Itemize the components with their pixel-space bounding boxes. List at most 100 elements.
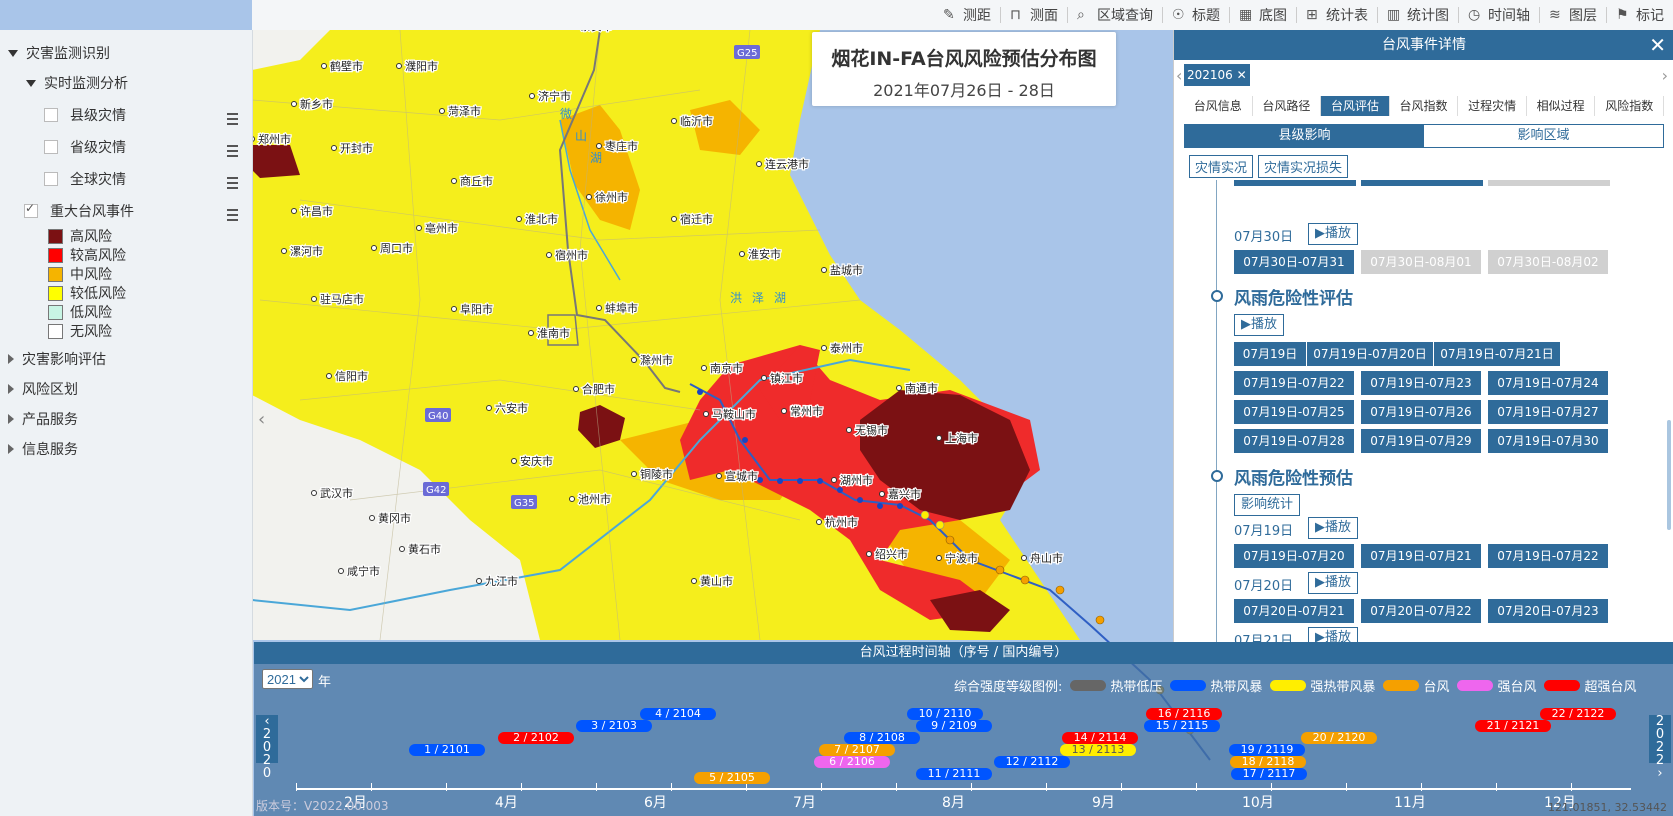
date-range-button[interactable]: 07月19日-07月23日 bbox=[1361, 371, 1481, 414]
tree-realtime-analysis[interactable]: 实时监测分析 bbox=[26, 68, 128, 98]
subtab-county-impact[interactable]: 县级影响 bbox=[1185, 125, 1424, 147]
toolbar-ruler-button[interactable]: ✎ 测距 bbox=[934, 0, 1000, 30]
tab-4[interactable]: 台风指数 bbox=[1390, 96, 1459, 116]
close-icon[interactable]: ✕ bbox=[1649, 30, 1666, 60]
toolbar-area-measure-button[interactable]: ⊓ 测面 bbox=[1001, 0, 1067, 30]
date-range-button[interactable]: 07月20日-07月22日 bbox=[1361, 599, 1481, 642]
city-marker[interactable]: 马鞍山市 bbox=[703, 406, 757, 422]
toolbar-search-button[interactable]: ⌕ 区域查询 bbox=[1068, 0, 1162, 30]
subtab-impact-area[interactable]: 影响区域 bbox=[1424, 125, 1663, 147]
date-range-button[interactable]: 07月20日-07月21日 bbox=[1234, 599, 1354, 642]
typhoon-bar[interactable]: 17 / 2117 bbox=[1231, 768, 1307, 780]
toolbar-map-button[interactable]: ▦ 底图 bbox=[1230, 0, 1296, 30]
date-range-button[interactable]: 07月30日-08月01日 bbox=[1361, 250, 1481, 293]
toolbar-clock-button[interactable]: ◷ 时间轴 bbox=[1459, 0, 1539, 30]
chevron-right-icon[interactable]: › bbox=[1662, 66, 1668, 85]
typhoon-bar[interactable]: 5 / 2105 bbox=[694, 772, 770, 784]
layer-menu-icon[interactable] bbox=[227, 177, 241, 189]
typhoon-bar[interactable]: 19 / 2119 bbox=[1229, 744, 1305, 756]
date-range-button-clipped[interactable] bbox=[1234, 180, 1356, 186]
layer-menu-icon[interactable] bbox=[227, 113, 241, 125]
layer-menu-icon[interactable] bbox=[227, 145, 241, 157]
checkbox[interactable] bbox=[44, 140, 58, 154]
play-button[interactable]: ▶播放 bbox=[1308, 517, 1358, 539]
date-range-button[interactable]: 07月19日-07月29日 bbox=[1361, 429, 1481, 472]
typhoon-bar[interactable]: 4 / 2104 bbox=[640, 708, 716, 720]
play-button[interactable]: ▶播放 bbox=[1234, 314, 1284, 336]
year-select[interactable]: 2021 bbox=[262, 669, 313, 689]
impact-stat-button[interactable]: 影响统计 bbox=[1234, 494, 1301, 516]
date-range-button[interactable]: 07月20日-07月23日 bbox=[1488, 599, 1608, 642]
checkbox[interactable] bbox=[44, 172, 58, 186]
tab-2[interactable]: 台风路径 bbox=[1253, 96, 1322, 116]
toolbar-chart-button[interactable]: ▥ 统计图 bbox=[1378, 0, 1458, 30]
panel-scroll-area[interactable]: 07月30日 ▶播放 07月30日-07月31日 07月30日-08月01日 07月30… bbox=[1174, 180, 1673, 642]
typhoon-bar[interactable]: 16 / 2116 bbox=[1146, 708, 1222, 720]
tab-1[interactable]: 台风信息 bbox=[1184, 96, 1253, 116]
checkbox-checked[interactable] bbox=[24, 201, 38, 218]
date-range-button[interactable]: 07月19日-07月30日 bbox=[1488, 429, 1608, 472]
tab-5[interactable]: 过程灾情 bbox=[1458, 96, 1527, 116]
tree-section[interactable]: 风险区划 bbox=[8, 374, 78, 404]
date-range-button-clipped[interactable] bbox=[1361, 180, 1483, 186]
layer-county-disaster[interactable]: 县级灾情 bbox=[44, 100, 126, 130]
typhoon-bar[interactable]: 15 / 2115 bbox=[1144, 720, 1220, 732]
toolbar-layers-button[interactable]: ≋ 图层 bbox=[1540, 0, 1606, 30]
prev-year-button[interactable]: ‹ 2 0 2 0 bbox=[256, 715, 278, 780]
toolbar-flag-button[interactable]: ⚑ 标记 bbox=[1607, 0, 1673, 30]
next-year-button[interactable]: 2 0 2 2 › bbox=[1649, 715, 1671, 780]
layer-global-disaster[interactable]: 全球灾情 bbox=[44, 164, 126, 194]
checkbox[interactable] bbox=[44, 108, 58, 122]
toolbar-badge-button[interactable]: ☉ 标题 bbox=[1163, 0, 1229, 30]
tab-6[interactable]: 相似过程 bbox=[1527, 96, 1596, 116]
typhoon-bar[interactable]: 6 / 2106 bbox=[814, 756, 890, 768]
typhoon-bar[interactable]: 14 / 2114 bbox=[1062, 732, 1138, 744]
toolbar-table-button[interactable]: ⊞ 统计表 bbox=[1297, 0, 1377, 30]
typhoon-bar[interactable]: 2 / 2102 bbox=[498, 732, 574, 744]
disaster-loss-button[interactable]: 灾情实况损失 bbox=[1258, 155, 1349, 178]
tree-section[interactable]: 灾害影响评估 bbox=[8, 344, 106, 374]
date-range-button[interactable]: 07月19日-07月20日 bbox=[1307, 342, 1433, 366]
close-icon[interactable]: ✕ bbox=[1237, 68, 1247, 82]
typhoon-bar[interactable]: 10 / 2110 bbox=[907, 708, 983, 720]
typhoon-bar[interactable]: 21 / 2121 bbox=[1475, 720, 1551, 732]
typhoon-bar[interactable]: 7 / 2107 bbox=[819, 744, 895, 756]
typhoon-bar[interactable]: 18 / 2118 bbox=[1230, 756, 1306, 768]
typhoon-bar[interactable]: 12 / 2112 bbox=[994, 756, 1070, 768]
typhoon-bar[interactable]: 11 / 2111 bbox=[916, 768, 992, 780]
date-range-button[interactable]: 07月19日-07月22日 bbox=[1234, 371, 1354, 414]
typhoon-bar[interactable]: 22 / 2122 bbox=[1540, 708, 1616, 720]
tab-3[interactable]: 台风评估 bbox=[1321, 96, 1390, 116]
typhoon-bar[interactable]: 3 / 2103 bbox=[576, 720, 652, 732]
date-range-button-clipped[interactable] bbox=[1488, 180, 1610, 186]
chevron-left-icon[interactable]: ‹ bbox=[1176, 66, 1182, 85]
typhoon-bar[interactable]: 13 / 2113 bbox=[1060, 744, 1136, 756]
layer-menu-icon[interactable] bbox=[227, 209, 241, 221]
date-range-button[interactable]: 07月19日-07月22日 bbox=[1488, 544, 1608, 587]
typhoon-bar[interactable]: 8 / 2108 bbox=[844, 732, 920, 744]
city-marker[interactable]: 驻马店市 bbox=[311, 291, 365, 307]
play-button[interactable]: ▶播放 bbox=[1308, 223, 1358, 245]
layer-province-disaster[interactable]: 省级灾情 bbox=[44, 132, 126, 162]
city-marker[interactable]: 连云港市 bbox=[756, 156, 810, 172]
tree-section[interactable]: 产品服务 bbox=[8, 404, 78, 434]
date-range-button[interactable]: 07月30日-08月02日 bbox=[1488, 250, 1608, 293]
tab-7[interactable]: 风险指数 bbox=[1595, 96, 1665, 116]
date-range-button[interactable]: 07月30日-07月31日 bbox=[1234, 250, 1354, 293]
date-range-button[interactable]: 07月19日-07月25日 bbox=[1234, 400, 1354, 443]
layer-major-typhoon[interactable]: 重大台风事件 bbox=[24, 196, 134, 226]
date-range-button[interactable]: 07月19日-07月21日 bbox=[1361, 544, 1481, 587]
date-range-button[interactable]: 07月19日-07月26日 bbox=[1361, 400, 1481, 443]
date-range-button[interactable]: 07月19日-07月27日 bbox=[1488, 400, 1608, 443]
disaster-actual-button[interactable]: 灾情实况 bbox=[1189, 155, 1254, 178]
date-range-button[interactable]: 07月19日-07月28日 bbox=[1234, 429, 1354, 472]
typhoon-bar[interactable]: 9 / 2109 bbox=[916, 720, 992, 732]
date-range-button[interactable]: 07月19日-07月21日 bbox=[1434, 342, 1560, 366]
event-tag[interactable]: 202106 ✕ bbox=[1184, 64, 1250, 86]
date-range-button[interactable]: 07月19日 bbox=[1234, 342, 1306, 366]
tree-section[interactable]: 信息服务 bbox=[8, 434, 78, 464]
play-button[interactable]: ▶播放 bbox=[1308, 572, 1358, 594]
typhoon-bar[interactable]: 1 / 2101 bbox=[409, 744, 485, 756]
tree-disaster-monitoring[interactable]: 灾害监测识别 bbox=[8, 38, 110, 68]
typhoon-bar[interactable]: 20 / 2120 bbox=[1301, 732, 1377, 744]
